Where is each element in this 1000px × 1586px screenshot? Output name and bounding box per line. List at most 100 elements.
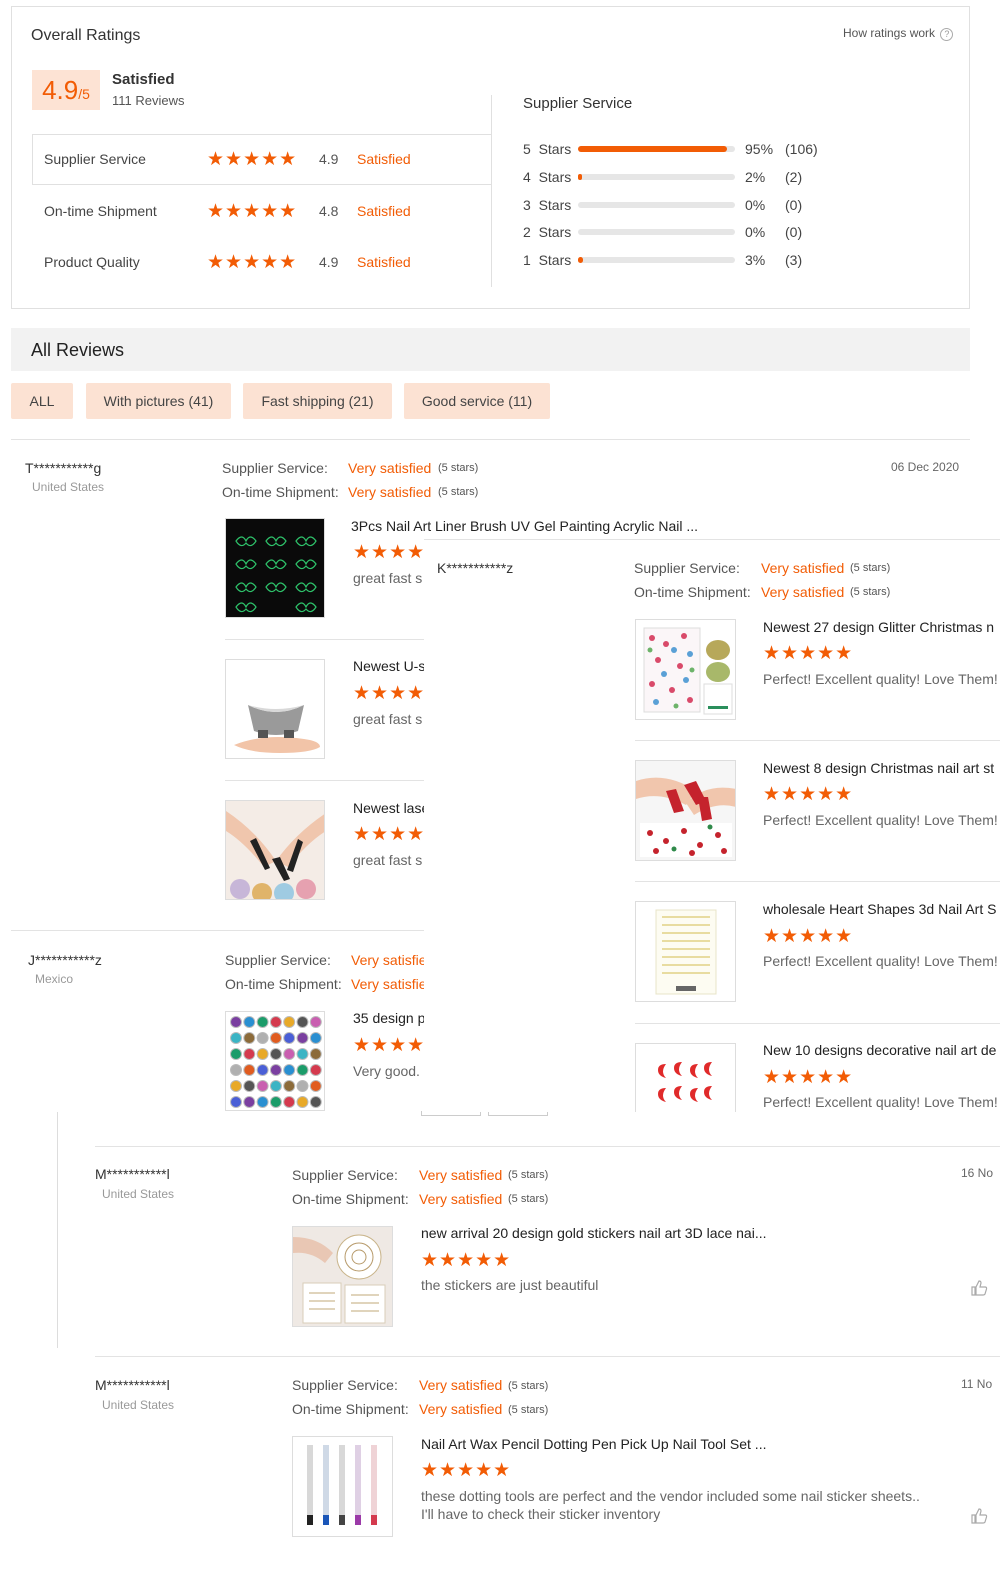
hand-rest-image — [226, 660, 324, 758]
product-title[interactable]: New 10 designs decorative nail art de — [763, 1042, 1000, 1058]
review-country: United States — [102, 1398, 175, 1412]
supplier-service-stars-count: (5 stars) — [508, 1380, 549, 1392]
product-stars: ★★★★★ — [353, 825, 424, 844]
ontime-shipment-stars-count: (5 stars) — [508, 1193, 549, 1205]
overall-label: Satisfied — [112, 71, 175, 88]
breakdown-count: (3) — [785, 252, 803, 268]
ontime-shipment-value: Very satisfied — [348, 484, 432, 500]
rhinestone-dot — [243, 1096, 256, 1108]
breakdown-count: (0) — [785, 224, 803, 240]
product-stars: ★★★★★ — [353, 543, 424, 562]
rhinestone-dot — [283, 1096, 296, 1108]
rhinestone-dot — [230, 1064, 242, 1076]
ontime-shipment-label: On-time Shipment: — [222, 484, 339, 500]
product-title[interactable]: Newest 8 design Christmas nail art st — [763, 760, 1000, 776]
rating-row-supplier-service-status: Satisfied — [357, 151, 411, 167]
review-comment-line-2: I'll have to check their sticker invento… — [421, 1506, 661, 1522]
overall-score-badge: 4.9/5 — [32, 70, 100, 110]
review-comment: Very good. — [353, 1063, 420, 1079]
breakdown-percent: 3% — [745, 252, 766, 268]
product-stars: ★★★★★ — [763, 643, 854, 664]
christmas-nail-image — [636, 761, 735, 860]
rhinestone-dot — [309, 1064, 322, 1076]
rhinestone-dot — [256, 1096, 269, 1108]
supplier-service-stars-count: (5 stars) — [438, 462, 479, 474]
supplier-service-label: Supplier Service: — [222, 460, 328, 476]
review-comment: Perfect! Excellent quality! Love Them! — [763, 671, 998, 687]
product-stars: ★★★★★ — [421, 1250, 512, 1271]
ontime-shipment-value: Very satisfied — [761, 584, 845, 600]
breakdown-bar-fill — [578, 257, 583, 263]
filter-all[interactable]: ALL — [11, 383, 73, 419]
supplier-service-label: Supplier Service: — [225, 952, 331, 968]
product-divider — [635, 881, 1000, 882]
thumbs-up-icon[interactable] — [970, 1507, 988, 1525]
product-thumbnail[interactable] — [292, 1226, 393, 1327]
rhinestone-dot — [256, 1064, 269, 1076]
product-thumbnail[interactable] — [225, 800, 325, 900]
product-title[interactable]: Newest lase — [353, 800, 424, 816]
rhinestone-dot — [230, 1016, 242, 1028]
product-title[interactable]: Newest U-s — [353, 658, 424, 674]
rhinestone-dot — [283, 1032, 296, 1044]
rhinestone-dot — [269, 1064, 282, 1076]
how-ratings-work-link[interactable]: How ratings work ? — [843, 26, 954, 41]
product-stars: ★★★★★ — [353, 1036, 424, 1055]
product-stars: ★★★★★ — [763, 784, 854, 805]
review-comment: Perfect! Excellent quality! Love Them! — [763, 1094, 998, 1110]
rating-row-supplier-service-label: Supplier Service — [44, 151, 146, 167]
product-thumbnail[interactable] — [635, 1043, 736, 1112]
thumbs-up-icon[interactable] — [970, 1279, 988, 1297]
product-title[interactable]: new arrival 20 design gold stickers nail… — [421, 1225, 767, 1241]
review-divider — [95, 1356, 1000, 1357]
rating-row-quality-stars: ★★★★★ — [207, 252, 298, 273]
product-thumbnail[interactable] — [225, 518, 325, 618]
product-title[interactable]: Nail Art Wax Pencil Dotting Pen Pick Up … — [421, 1436, 766, 1452]
rating-row-supplier-service-stars: ★★★★★ — [207, 149, 298, 170]
rhinestone-dot — [309, 1048, 322, 1060]
ontime-shipment-value: Very satisfied — [419, 1401, 503, 1417]
rhinestone-dot — [230, 1048, 242, 1060]
product-stars: ★★★★★ — [421, 1460, 512, 1481]
review-user: M***********l — [95, 1377, 170, 1393]
product-thumbnail[interactable] — [635, 619, 736, 720]
product-title[interactable]: wholesale Heart Shapes 3d Nail Art S — [763, 901, 1000, 917]
filter-fast-shipping[interactable]: Fast shipping (21) — [243, 383, 392, 419]
product-thumbnail[interactable] — [635, 901, 736, 1002]
breakdown-bar — [578, 229, 735, 235]
review-user: M***********l — [95, 1166, 170, 1182]
product-thumbnail[interactable] — [635, 760, 736, 861]
heart-sticker-sheet-image — [636, 902, 735, 1001]
review-country: Mexico — [35, 972, 74, 986]
breakdown-percent: 2% — [745, 169, 766, 185]
review-date: 11 No — [961, 1377, 993, 1391]
filter-with-pictures[interactable]: With pictures (41) — [86, 383, 231, 419]
review-user: K***********z — [437, 560, 514, 576]
breakdown-count: (0) — [785, 197, 803, 213]
product-thumbnail[interactable] — [292, 1436, 393, 1537]
product-divider — [635, 1023, 1000, 1024]
breakdown-label: 1 Stars — [523, 252, 572, 268]
product-title[interactable]: Newest 27 design Glitter Christmas n — [763, 619, 1000, 635]
rating-row-supplier-service-score: 4.9 — [319, 151, 339, 167]
help-icon: ? — [940, 28, 954, 41]
review-comment: great fast s — [353, 852, 423, 868]
product-title[interactable]: 3Pcs Nail Art Liner Brush UV Gel Paintin… — [351, 518, 698, 534]
product-thumbnail[interactable] — [225, 1011, 325, 1111]
rhinestone-dot — [269, 1048, 282, 1060]
rhinestone-dot — [256, 1080, 269, 1092]
review-country: United States — [32, 480, 105, 494]
dotting-pen-image — [293, 1437, 392, 1536]
supplier-service-label: Supplier Service: — [634, 560, 740, 576]
breakdown-label: 2 Stars — [523, 224, 572, 240]
product-thumbnail[interactable] — [225, 659, 325, 759]
rating-row-quality-status: Satisfied — [357, 254, 411, 270]
product-title[interactable]: 35 design p — [353, 1010, 424, 1026]
review-country: United States — [102, 1187, 175, 1201]
rhinestone-dot — [296, 1032, 309, 1044]
ratings-divider — [491, 95, 492, 287]
filter-good-service[interactable]: Good service (11) — [404, 383, 550, 419]
product-stars: ★★★★★ — [763, 1067, 854, 1088]
rhinestone-dot — [256, 1048, 269, 1060]
rhinestone-dot — [283, 1048, 296, 1060]
